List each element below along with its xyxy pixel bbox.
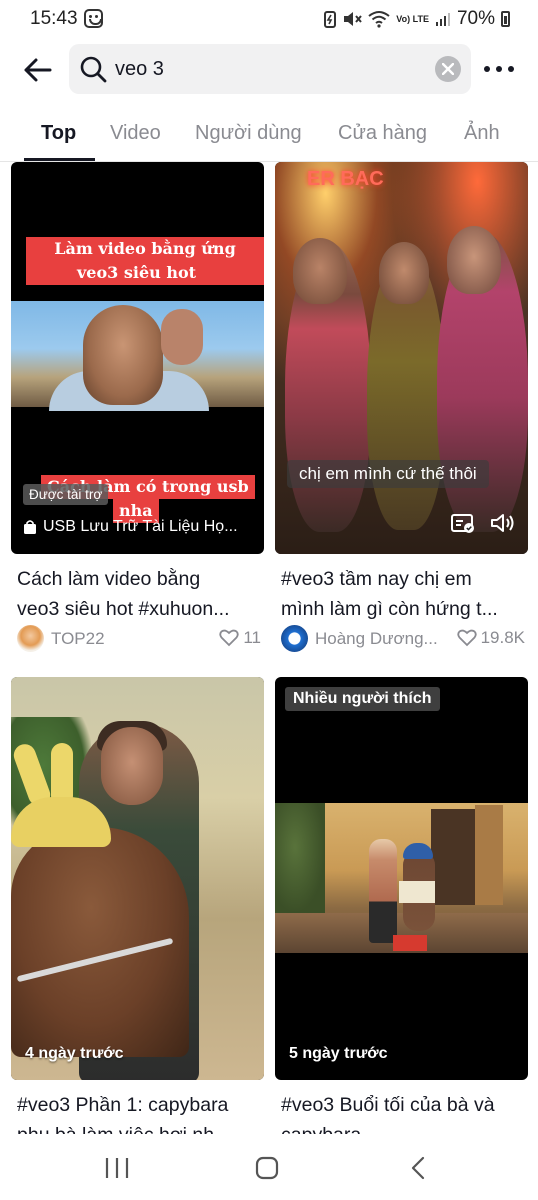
home-button[interactable] (247, 1154, 287, 1182)
signal-icon (435, 13, 450, 26)
video-thumbnail[interactable]: Làm video bằng ứng dụng veo3 siêu hot Cá… (11, 162, 264, 554)
dot-icon (484, 66, 490, 72)
shop-product-name: USB Lưu Trữ Tài Liệu Họ... (43, 518, 238, 535)
search-input[interactable]: veo 3 (69, 44, 471, 94)
thumbnail-image (11, 301, 264, 411)
avatar[interactable] (281, 625, 308, 652)
thumbnail-text: veo3 siêu hot (71, 261, 203, 285)
caption-line: #veo3 Buổi tối của bà và (281, 1094, 495, 1116)
shopping-bag-icon (24, 520, 36, 534)
video-thumbnail[interactable]: Nhiều người thích 5 ngày trước (275, 677, 528, 1080)
thumbnail-text: chị em mình cứ thế thôi (287, 460, 489, 488)
video-thumbnail[interactable]: 4 ngày trước (11, 677, 264, 1080)
battery-percent: 70% (456, 8, 495, 29)
thumbnail-controls (450, 512, 516, 534)
system-nav-bar (0, 1134, 538, 1200)
close-icon (442, 63, 454, 75)
video-caption[interactable]: Cách làm video bằng veo3 siêu hot #xuhuo… (17, 564, 267, 624)
tab-users[interactable]: Người dùng (195, 122, 302, 145)
status-time: 15:43 (30, 8, 78, 29)
like-count-value: 11 (243, 628, 261, 647)
volume-icon[interactable] (490, 512, 516, 534)
heart-icon (456, 629, 477, 647)
thumbnail-image (275, 803, 528, 953)
caption-icon[interactable] (450, 512, 476, 534)
battery-saver-icon (324, 11, 337, 28)
author-row: Hoàng Dương... 19.8K (281, 624, 529, 654)
search-tabs: Top Video Người dùng Cửa hàng Ảnh (0, 108, 538, 162)
video-caption[interactable]: #veo3 tầm nay chị em mình làm gì còn hứn… (281, 564, 531, 624)
author-name[interactable]: TOP22 (51, 629, 105, 649)
dot-icon (508, 66, 514, 72)
tab-top[interactable]: Top (41, 122, 76, 145)
tab-shop[interactable]: Cửa hàng (338, 122, 427, 145)
smiley-notification-icon (84, 9, 103, 28)
caption-line: mình làm gì còn hứng t... (281, 598, 498, 620)
home-icon (255, 1156, 279, 1180)
video-thumbnail[interactable]: ER BẠC chị em mình cứ thế thôi (275, 162, 528, 554)
battery-icon (501, 11, 510, 27)
active-tab-indicator (24, 158, 95, 161)
sponsored-badge: Được tài trợ (23, 484, 109, 505)
back-button[interactable] (20, 52, 56, 88)
recent-apps-icon (105, 1158, 129, 1178)
tab-photos[interactable]: Ảnh (464, 122, 500, 145)
like-count[interactable]: 11 (219, 628, 261, 648)
like-count[interactable]: 19.8K (456, 628, 525, 648)
search-icon (80, 56, 107, 83)
shop-product-link[interactable]: USB Lưu Trữ Tài Liệu Họ... (23, 518, 238, 536)
caption-line: #veo3 Phần 1: capybara (17, 1094, 229, 1116)
heart-icon (219, 629, 239, 647)
status-bar: 15:43 Vo) LTE 70% (0, 0, 538, 38)
neon-sign: ER BẠC (307, 168, 384, 190)
chevron-left-icon (411, 1156, 425, 1180)
author-name[interactable]: Hoàng Dương... (315, 629, 438, 649)
caption-line: veo3 siêu hot #xuhuon... (17, 598, 230, 620)
caption-line: #veo3 tầm nay chị em (281, 568, 472, 590)
author-row: TOP22 11 (17, 624, 265, 654)
recent-apps-button[interactable] (98, 1154, 138, 1182)
tab-video[interactable]: Video (110, 122, 161, 145)
wifi-icon (368, 11, 390, 28)
mute-icon (344, 12, 363, 26)
dot-icon (496, 66, 502, 72)
posted-time: 5 ngày trước (289, 1045, 388, 1062)
clear-search-button[interactable] (435, 56, 461, 82)
posted-time: 4 ngày trước (25, 1045, 124, 1062)
popular-badge: Nhiều người thích (285, 687, 440, 711)
back-nav-button[interactable] (398, 1154, 438, 1182)
back-arrow-icon (24, 58, 52, 82)
search-header: veo 3 (0, 40, 538, 100)
caption-line: Cách làm video bằng (17, 568, 201, 590)
more-options-button[interactable] (484, 60, 514, 78)
network-type: Vo) LTE (396, 13, 429, 24)
search-query[interactable]: veo 3 (115, 58, 164, 81)
avatar[interactable] (17, 625, 44, 652)
status-right: Vo) LTE 70% (324, 8, 510, 30)
like-count-value: 19.8K (480, 628, 525, 647)
